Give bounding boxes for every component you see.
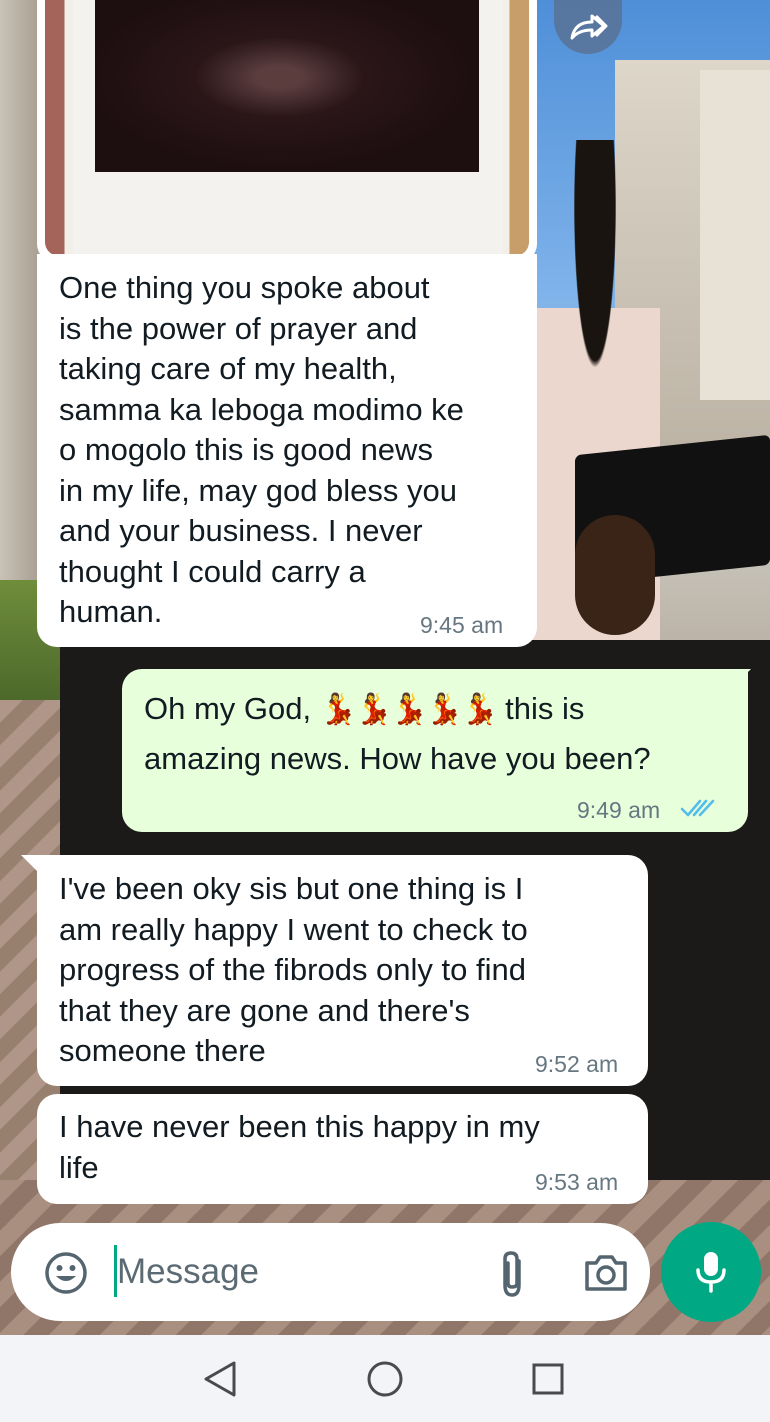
voice-record-button[interactable]: [661, 1222, 761, 1322]
message-composer: [11, 1223, 650, 1321]
message-time: 9:53 am: [535, 1169, 619, 1195]
emoji-icon[interactable]: [44, 1251, 88, 1295]
ultrasound-photo[interactable]: [45, 0, 529, 256]
forward-icon: [570, 14, 608, 40]
wallpaper-building: [0, 0, 40, 600]
camera-icon[interactable]: [583, 1253, 629, 1293]
message-time: 9:52 am: [535, 1051, 619, 1077]
message-text: I've been oky sis but one thing is I am …: [59, 871, 528, 1068]
message-input[interactable]: [117, 1243, 477, 1301]
message-time: 9:45 am: [420, 612, 504, 638]
microphone-icon: [696, 1252, 726, 1293]
message-text: One thing you spoke about is the power o…: [59, 270, 464, 629]
image-message-bubble[interactable]: [37, 0, 537, 262]
message-text-part: Oh my God,: [144, 691, 312, 726]
incoming-message[interactable]: One thing you spoke about is the power o…: [37, 254, 537, 647]
recents-square-icon[interactable]: [526, 1357, 570, 1401]
wallpaper-child: [575, 515, 655, 635]
message-time: 9:49 am: [577, 797, 661, 823]
incoming-message[interactable]: I've been oky sis but one thing is I am …: [37, 855, 648, 1086]
dancer-emoji: 💃💃💃💃💃: [319, 693, 499, 726]
message-text: I have never been this happy in my life: [59, 1109, 540, 1185]
ultrasound-scan: [95, 0, 479, 172]
message-text-line: amazing news. How have you been?: [144, 741, 651, 776]
message-text-part: this is: [505, 691, 585, 726]
back-triangle-icon[interactable]: [198, 1357, 242, 1401]
paperclip-icon[interactable]: [494, 1249, 530, 1299]
wallpaper-building: [700, 70, 770, 400]
read-ticks-icon: [680, 799, 715, 817]
message-text: Oh my God, 💃💃💃💃💃 this is: [144, 689, 584, 731]
home-circle-icon[interactable]: [363, 1357, 407, 1401]
system-navigation-bar: [0, 1335, 770, 1422]
incoming-message[interactable]: I have never been this happy in my life …: [37, 1094, 648, 1204]
outgoing-message[interactable]: Oh my God, 💃💃💃💃💃 this is amazing news. H…: [122, 669, 748, 832]
